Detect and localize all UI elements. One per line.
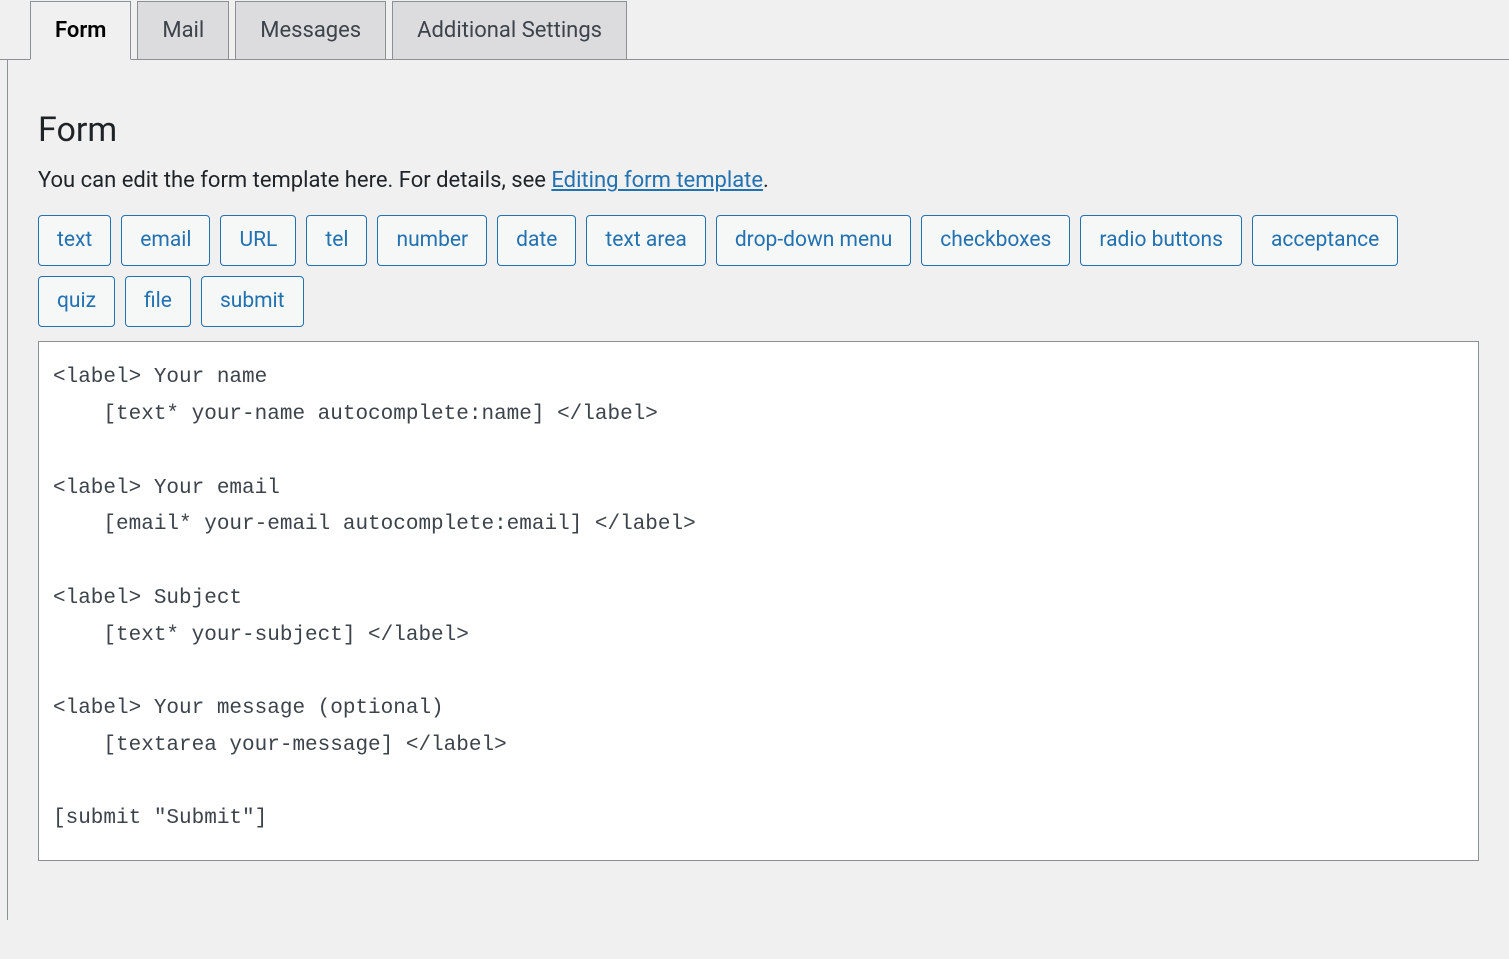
section-description: You can edit the form template here. For… [38, 168, 1479, 193]
tab-messages[interactable]: Messages [235, 1, 386, 59]
desc-text-pre: You can edit the form template here. For… [38, 168, 551, 193]
tag-button-file[interactable]: file [125, 276, 191, 327]
tag-button-email[interactable]: email [121, 215, 210, 266]
tag-button-tel[interactable]: tel [306, 215, 367, 266]
tag-button-text[interactable]: text [38, 215, 111, 266]
tab-form[interactable]: Form [30, 1, 131, 60]
desc-text-post: . [763, 168, 769, 193]
tab-additional-settings[interactable]: Additional Settings [392, 1, 627, 59]
tag-button-date[interactable]: date [497, 215, 576, 266]
tag-button-number[interactable]: number [377, 215, 487, 266]
tag-button-acceptance[interactable]: acceptance [1252, 215, 1398, 266]
tag-button-submit[interactable]: submit [201, 276, 304, 327]
tag-button-checkboxes[interactable]: checkboxes [921, 215, 1070, 266]
tag-button-radio-buttons[interactable]: radio buttons [1080, 215, 1242, 266]
tag-button-url[interactable]: URL [220, 215, 296, 266]
form-template-textarea[interactable] [38, 341, 1479, 861]
form-panel: Form You can edit the form template here… [7, 60, 1509, 920]
tag-button-drop-down-menu[interactable]: drop-down menu [716, 215, 911, 266]
section-title: Form [38, 110, 1479, 150]
doc-link[interactable]: Editing form template [551, 168, 763, 193]
tab-bar: FormMailMessagesAdditional Settings [0, 0, 1509, 60]
tab-mail[interactable]: Mail [137, 1, 229, 59]
tag-button-quiz[interactable]: quiz [38, 276, 115, 327]
tag-button-text-area[interactable]: text area [586, 215, 705, 266]
tag-generator-row: textemailURLtelnumberdatetext areadrop-d… [38, 215, 1479, 327]
